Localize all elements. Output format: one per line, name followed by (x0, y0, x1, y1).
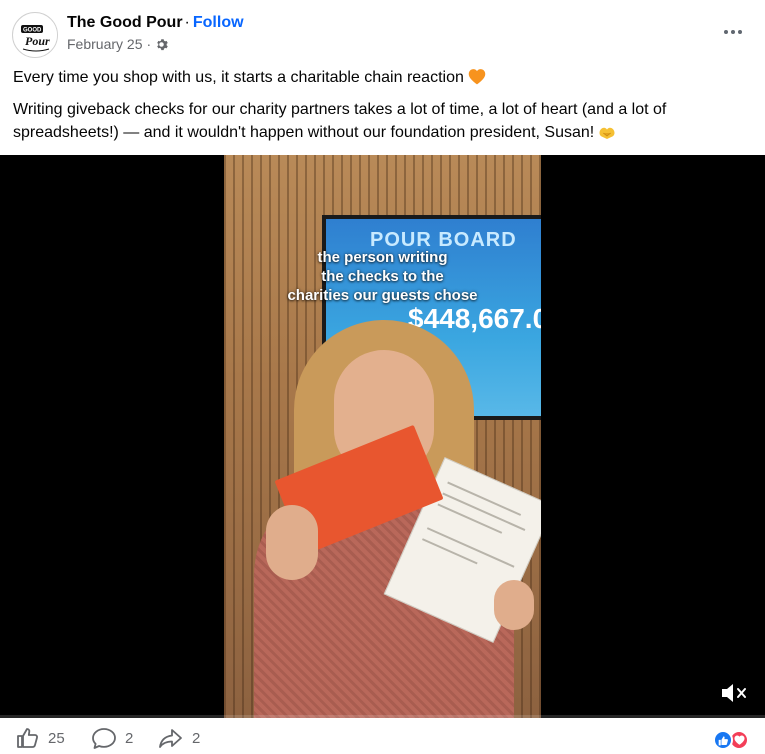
page-name-line: The Good Pour · Follow (67, 14, 244, 32)
caption-line-3: charities our guests chose (287, 287, 478, 304)
comment-bubble-icon (92, 728, 116, 749)
post-meta: February 25 · (67, 36, 168, 52)
gear-icon (155, 38, 168, 51)
post-date[interactable]: February 25 (67, 36, 142, 52)
post-body: Every time you shop with us, it starts a… (13, 66, 753, 153)
like-button[interactable]: 25 (16, 727, 65, 749)
video-player[interactable]: POUR BOARD $448,667.06 the person writin… (0, 155, 765, 718)
comment-button[interactable]: 2 (91, 727, 133, 749)
more-horizontal-icon (724, 30, 728, 34)
caption-line-1: the person writing (317, 249, 448, 266)
post-footer: 25 2 2 (0, 718, 765, 754)
post-text-2: Writing giveback checks for our charity … (13, 101, 667, 141)
more-dot (738, 30, 742, 34)
speaker-muted-icon (722, 684, 746, 702)
right-hand (494, 580, 534, 630)
svg-text:Pour: Pour (25, 34, 50, 48)
left-hand (266, 505, 318, 580)
follow-button[interactable]: Follow (193, 14, 244, 31)
svg-text:GOOD: GOOD (23, 28, 42, 34)
page-avatar[interactable]: GOOD Pour (12, 12, 58, 58)
reaction-summary[interactable] (713, 730, 749, 750)
thumbs-up-icon (17, 728, 38, 748)
like-count: 25 (48, 729, 65, 747)
share-arrow-icon (159, 729, 182, 748)
like-reaction-icon (713, 730, 733, 750)
caption-line-2: the checks to the (321, 268, 444, 285)
good-pour-logo: GOOD Pour (14, 14, 57, 57)
comment-count: 2 (125, 729, 134, 747)
orange-heart-icon (468, 68, 486, 92)
more-options-button[interactable] (721, 20, 745, 44)
more-dot (731, 30, 735, 34)
post-text-line2: Writing giveback checks for our charity … (13, 98, 753, 147)
name-separator: · (184, 14, 190, 31)
video-caption: the person writing the checks to the cha… (224, 248, 541, 305)
heart-hands-icon (598, 124, 616, 147)
paper-line (437, 503, 503, 534)
page-name-link[interactable]: The Good Pour (67, 14, 183, 31)
video-frame: POUR BOARD $448,667.06 (224, 155, 541, 718)
share-count: 2 (192, 729, 201, 747)
meta-separator: · (146, 36, 152, 52)
share-button[interactable]: 2 (158, 727, 200, 749)
screen-amount: $448,667.06 (408, 303, 541, 334)
post-text-1: Every time you shop with us, it starts a… (13, 69, 464, 86)
mute-button[interactable] (719, 680, 749, 706)
paper-line (421, 538, 478, 565)
post-text-line1: Every time you shop with us, it starts a… (13, 66, 753, 92)
post-header: GOOD Pour The Good Pour · Follow February … (0, 0, 765, 66)
